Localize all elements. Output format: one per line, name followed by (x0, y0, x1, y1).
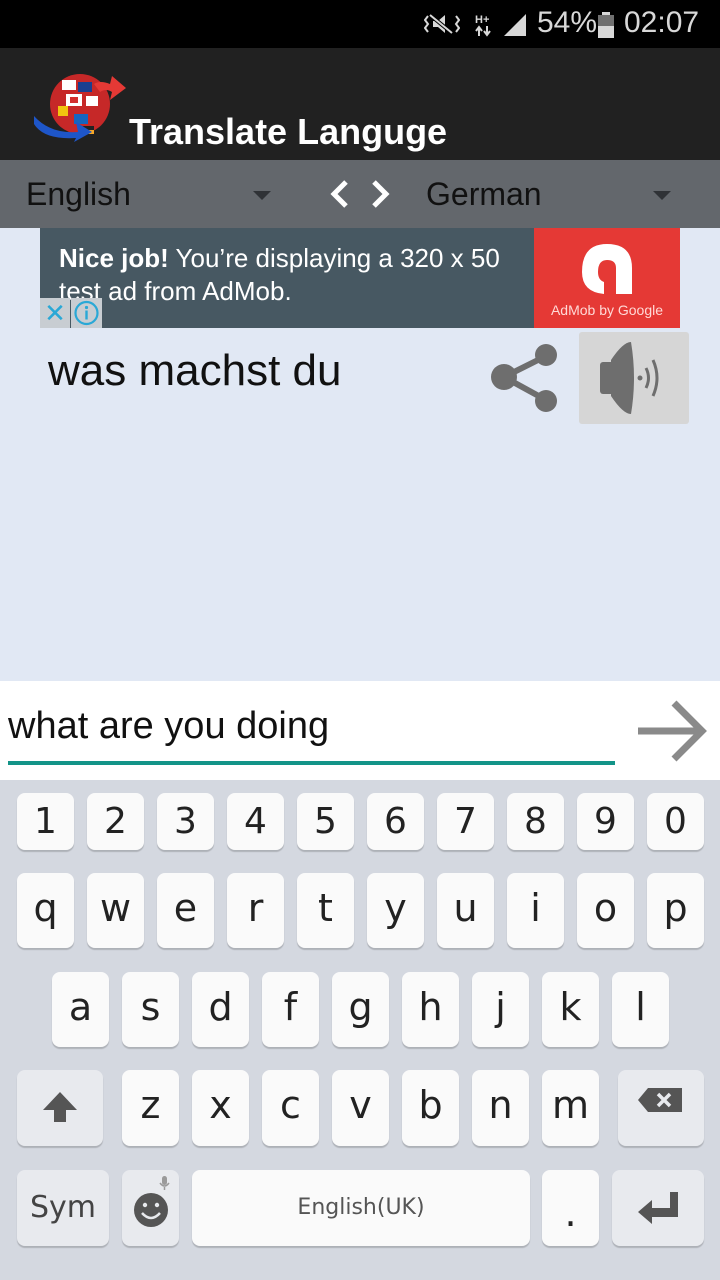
emoji-smiley-icon (134, 1176, 170, 1227)
key-2[interactable]: 2 (87, 793, 144, 850)
admob-logo-icon (582, 244, 632, 294)
key-g[interactable]: g (332, 972, 389, 1047)
swap-right-arrow-icon[interactable] (366, 178, 394, 210)
swap-left-arrow-icon[interactable] (326, 178, 354, 210)
key-h[interactable]: h (402, 972, 459, 1047)
key-n[interactable]: n (472, 1070, 529, 1146)
key-w[interactable]: w (87, 873, 144, 948)
key-o[interactable]: o (577, 873, 634, 948)
battery-percent: 54% (537, 6, 598, 39)
key-y[interactable]: y (367, 873, 424, 948)
svg-text:H+: H+ (475, 14, 489, 26)
key-3[interactable]: 3 (157, 793, 214, 850)
key-f[interactable]: f (262, 972, 319, 1047)
battery-icon (598, 12, 614, 38)
key-v[interactable]: v (332, 1070, 389, 1146)
ad-info-button[interactable] (71, 298, 102, 328)
enter-key[interactable] (612, 1170, 704, 1246)
emoji-key[interactable] (122, 1170, 179, 1246)
signal-icon (504, 14, 526, 36)
shift-key[interactable] (17, 1070, 103, 1146)
key-p[interactable]: p (647, 873, 704, 948)
speaker-icon (600, 342, 659, 414)
source-language-label: English (26, 176, 131, 212)
enter-icon (638, 1192, 678, 1224)
key-l[interactable]: l (612, 972, 669, 1047)
app-logo-globe-icon (34, 74, 126, 142)
source-language-dropdown[interactable]: English (0, 160, 300, 228)
chevron-down-icon (653, 191, 671, 200)
key-i[interactable]: i (507, 873, 564, 948)
key-r[interactable]: r (227, 873, 284, 948)
key-e[interactable]: e (157, 873, 214, 948)
share-icon (491, 344, 557, 412)
input-row (0, 681, 720, 780)
key-d[interactable]: d (192, 972, 249, 1047)
translation-output: was machst du (48, 346, 342, 395)
period-key[interactable]: . (542, 1170, 599, 1246)
hplus-data-icon: H+ (475, 14, 491, 37)
language-bar: English German (0, 160, 720, 228)
key-k[interactable]: k (542, 972, 599, 1047)
shift-arrow-icon (43, 1092, 77, 1122)
key-x[interactable]: x (192, 1070, 249, 1146)
key-5[interactable]: 5 (297, 793, 354, 850)
admob-logo: AdMob by Google (534, 228, 680, 328)
target-language-label: German (426, 176, 542, 212)
input-underline (8, 761, 615, 765)
ad-banner[interactable]: Nice job! You’re displaying a 320 x 50 t… (40, 228, 680, 328)
arrow-right-icon (638, 700, 707, 762)
key-j[interactable]: j (472, 972, 529, 1047)
sym-key[interactable]: Sym (17, 1170, 109, 1246)
share-button[interactable] (486, 338, 566, 418)
key-7[interactable]: 7 (437, 793, 494, 850)
ad-close-button[interactable]: ✕ (40, 298, 70, 328)
key-z[interactable]: z (122, 1070, 179, 1146)
key-m[interactable]: m (542, 1070, 599, 1146)
ad-bold-text: Nice job! (59, 243, 169, 273)
chevron-down-icon (253, 191, 271, 200)
info-icon (74, 300, 99, 326)
key-0[interactable]: 0 (647, 793, 704, 850)
admob-caption: AdMob by Google (550, 302, 664, 318)
backspace-key[interactable] (618, 1070, 704, 1146)
key-c[interactable]: c (262, 1070, 319, 1146)
key-6[interactable]: 6 (367, 793, 424, 850)
key-a[interactable]: a (52, 972, 109, 1047)
space-key[interactable]: English(UK) (192, 1170, 530, 1246)
clock: 02:07 (624, 6, 700, 39)
key-b[interactable]: b (402, 1070, 459, 1146)
status-bar: H+ 54% 02:07 (0, 0, 720, 48)
key-u[interactable]: u (437, 873, 494, 948)
key-s[interactable]: s (122, 972, 179, 1047)
target-language-dropdown[interactable]: German (410, 160, 720, 228)
speak-button[interactable] (579, 332, 689, 424)
ad-text: Nice job! You’re displaying a 320 x 50 t… (59, 242, 539, 308)
key-1[interactable]: 1 (17, 793, 74, 850)
source-text-input[interactable] (8, 703, 615, 749)
key-q[interactable]: q (17, 873, 74, 948)
translate-button[interactable] (630, 693, 712, 769)
key-8[interactable]: 8 (507, 793, 564, 850)
backspace-icon (638, 1088, 682, 1112)
vibrate-mode-icon (424, 13, 460, 35)
app-title: Translate Languge (129, 111, 448, 152)
key-t[interactable]: t (297, 873, 354, 948)
keyboard: 1 2 3 4 5 6 7 8 9 0 q w e r t y u i o p … (0, 780, 720, 1280)
app-bar: Translate Languge (0, 48, 720, 160)
key-9[interactable]: 9 (577, 793, 634, 850)
key-4[interactable]: 4 (227, 793, 284, 850)
